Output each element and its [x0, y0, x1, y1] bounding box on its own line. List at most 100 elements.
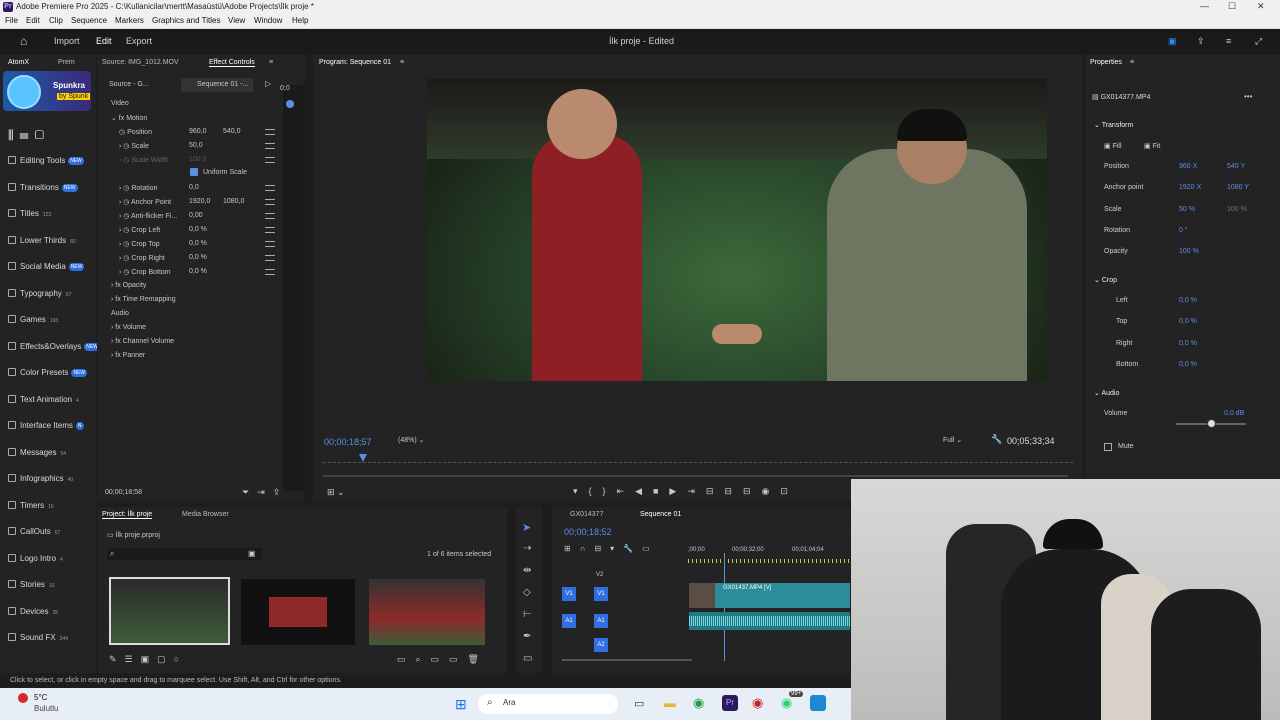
ec-footer-icons[interactable]: ⏷⇥⇪ [242, 487, 288, 498]
ec-row-value[interactable]: 0,0 % [189, 254, 207, 261]
ec-row-position[interactable]: ◷ Position [119, 128, 152, 136]
video-frame[interactable] [427, 79, 1047, 381]
ripple-edit-icon[interactable]: ⇹ [523, 565, 531, 576]
fullscreen-icon[interactable]: ⤢ [1255, 36, 1262, 47]
property-value[interactable]: 1920 X [1179, 184, 1201, 191]
time-remap-row[interactable]: › fx Time Remapping [111, 296, 176, 303]
track-a2-target[interactable]: A2 [594, 638, 608, 652]
export-tab[interactable]: Export [126, 36, 152, 46]
reset-icon[interactable] [265, 213, 275, 219]
mute-checkbox[interactable] [1104, 443, 1112, 451]
crop-value[interactable]: 0,0 % [1179, 361, 1197, 368]
properties-tab[interactable]: Properties [1090, 59, 1122, 66]
sidebar-item-typography[interactable]: Typography 67 [8, 288, 71, 298]
ec-row-value[interactable]: 1920,0 [189, 198, 210, 205]
taskbar-search[interactable] [478, 694, 618, 714]
program-tab[interactable]: Program: Sequence 01 [319, 59, 391, 66]
menu-clip[interactable]: Clip [49, 16, 63, 25]
zoom-scrollbar[interactable] [323, 475, 1068, 477]
timeline-toolbar[interactable]: ⊞∩⊟▾🔧▭ [564, 544, 659, 553]
property-value[interactable]: 0 ° [1179, 227, 1188, 234]
ec-row-rotation[interactable]: › ◷ Rotation [119, 184, 157, 192]
property-value[interactable]: 50 % [1179, 206, 1195, 213]
transform-section[interactable]: ⌄ Transform [1094, 121, 1133, 129]
razor-icon[interactable]: ◇ [523, 587, 531, 598]
play-effect-icon[interactable]: ▷ [265, 79, 271, 88]
sidebar-item-color-presets[interactable]: Color Presets NEW [8, 368, 88, 377]
share-icon[interactable]: ⇪ [1197, 36, 1205, 47]
sidebar-item-interface-items[interactable]: Interface Items N [8, 421, 84, 430]
opacity-row[interactable]: › fx Opacity [111, 282, 146, 289]
audio-clip[interactable] [689, 612, 850, 630]
menu-help[interactable]: Help [292, 16, 308, 25]
menu-sequence[interactable]: Sequence [71, 16, 107, 25]
sidebar-item-infographics[interactable]: Infographics 40 [8, 474, 73, 483]
timeline-scrollbar[interactable] [562, 659, 692, 661]
project-search-input[interactable]: ⌕ [107, 548, 262, 560]
ec-row-crop-left[interactable]: › ◷ Crop Left [119, 226, 160, 234]
media-browser-tab[interactable]: Media Browser [182, 511, 229, 518]
weather-temp[interactable]: 5°C [34, 693, 47, 702]
crop-value[interactable]: 0,0 % [1179, 318, 1197, 325]
ec-row-scale-width[interactable]: › ◷ Scale Width [119, 156, 169, 164]
sidebar-item-messages[interactable]: Messages 54 [8, 447, 66, 457]
fit-button[interactable]: ▣ Fit [1144, 142, 1160, 150]
ec-row-value-2[interactable]: 540,0 [223, 128, 241, 135]
timeline-tab-sequence[interactable]: Sequence 01 [640, 511, 681, 518]
close-icon[interactable]: ✕ [1257, 1, 1265, 12]
channel-volume-row[interactable]: › fx Channel Volume [111, 338, 174, 345]
ec-row-crop-top[interactable]: › ◷ Crop Top [119, 240, 160, 248]
project-view-controls[interactable]: ✎☰▣▢○ [109, 654, 187, 665]
property-value-2[interactable]: 540 Y [1227, 163, 1245, 170]
sidebar-item-sound-fx[interactable]: Sound FX 244 [8, 633, 68, 642]
ec-row-value[interactable]: 0,0 % [189, 268, 207, 275]
property-value-2[interactable]: 100 % [1227, 206, 1247, 213]
timeline-ruler[interactable] [688, 559, 850, 563]
sidebar-item-text-animation[interactable]: Text Animation 4 [8, 394, 79, 404]
sequence-clip-chip[interactable]: Sequence 01 -... [181, 78, 253, 92]
prem-tab[interactable]: Prem [58, 59, 75, 66]
quality-dropdown[interactable]: Full ⌄ [943, 436, 962, 444]
property-value[interactable]: 960 X [1179, 163, 1197, 170]
track-a1-source[interactable]: A1 [562, 614, 576, 628]
reset-icon[interactable] [265, 227, 275, 233]
volume-slider-knob[interactable] [1207, 419, 1216, 428]
pen-icon[interactable]: ✒ [523, 631, 531, 642]
ec-row-crop-right[interactable]: › ◷ Crop Right [119, 254, 165, 262]
ec-row-value-2[interactable]: 1080,0 [223, 198, 244, 205]
sidebar-item-timers[interactable]: Timers 16 [8, 500, 54, 510]
file-explorer-icon[interactable]: ▬ [664, 696, 676, 710]
crop-section[interactable]: ⌄ Crop [1094, 276, 1117, 284]
windows-start-icon[interactable]: ⊞ [455, 696, 467, 713]
track-select-icon[interactable]: ⇢ [523, 543, 531, 554]
sidebar-item-logo-intro[interactable]: Logo Intro 4 [8, 553, 63, 563]
reset-icon[interactable] [265, 255, 275, 261]
video-clip[interactable]: GX01437.MP4 [V] [689, 583, 850, 608]
atomx-tab[interactable]: AtomX [8, 59, 29, 66]
fill-button[interactable]: ▣ Fill [1104, 142, 1122, 150]
sidebar-item-social-media[interactable]: Social Media NEW [8, 262, 85, 271]
app-blue-icon[interactable] [810, 695, 826, 711]
ec-timecode[interactable]: 00;00;18;58 [105, 489, 142, 496]
volume-slider[interactable] [1176, 419, 1246, 428]
ec-row-anchor-point[interactable]: › ◷ Anchor Point [119, 198, 171, 206]
ec-row-value[interactable]: 0,0 % [189, 240, 207, 247]
track-v1-target[interactable]: V1 [594, 587, 608, 601]
panner-row[interactable]: › fx Panner [111, 352, 145, 359]
media-thumbnail-3[interactable] [369, 579, 485, 645]
volume-value[interactable]: 0,0 dB [1224, 410, 1244, 417]
atomx-toolbar[interactable]: ⫼☰▢ [8, 128, 50, 143]
premiere-taskbar-icon[interactable]: Pr [722, 695, 738, 711]
properties-menu-icon[interactable]: ≡ [1130, 59, 1134, 66]
sidebar-item-stories[interactable]: Stories 10 [8, 580, 54, 589]
reset-icon[interactable] [265, 269, 275, 275]
reset-icon[interactable] [265, 157, 275, 163]
new-bin-icon[interactable]: ▣ [248, 549, 256, 558]
reset-icon[interactable] [265, 143, 275, 149]
menu-markers[interactable]: Markers [115, 16, 144, 25]
reset-icon[interactable] [265, 129, 275, 135]
uniform-scale-checkbox[interactable] [190, 168, 198, 176]
zoom-dropdown[interactable]: (48%) ⌄ [398, 436, 425, 444]
sidebar-item-transitions[interactable]: Transitions NEW [8, 182, 78, 192]
volume-row[interactable]: › fx Volume [111, 324, 146, 331]
